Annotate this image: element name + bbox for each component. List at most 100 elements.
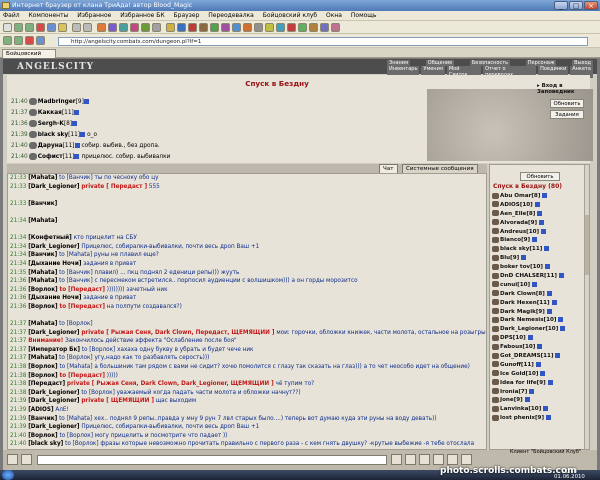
chat-nick[interactable]: [ADIOS] (28, 407, 53, 413)
chat-nick[interactable]: [Dark_Legioner] (28, 330, 79, 336)
tab-system-messages[interactable]: Системные сообщения (402, 164, 478, 173)
user-row[interactable]: Dark Clown[8] (492, 290, 584, 299)
tool-icon[interactable] (254, 23, 263, 32)
user-row[interactable]: Lanvinka[10] (492, 405, 584, 414)
user-row[interactable]: Fabous[10] (492, 343, 584, 352)
tool-icon[interactable] (287, 23, 296, 32)
chat-nick[interactable]: [Ворлок] (28, 287, 57, 293)
chat-nick[interactable]: [Ворлок] (28, 433, 57, 439)
tool-icon[interactable] (298, 23, 307, 32)
player-name[interactable]: Sergh-K (38, 121, 64, 127)
chat-nick[interactable]: [Ванчик] (28, 201, 57, 207)
user-name[interactable]: Aen_Elle[8] (500, 211, 535, 217)
user-row[interactable]: DPS[10] (492, 334, 584, 343)
user-row[interactable]: Got_DREAMS[11] (492, 352, 584, 361)
stop-icon[interactable] (36, 23, 45, 32)
chat-nick[interactable]: [Дыхание Ночи] (28, 295, 81, 301)
settings-icon[interactable] (433, 454, 444, 465)
address-input[interactable]: http://angelscity.combats.com/dungeon.pl… (58, 37, 588, 46)
user-info-icon[interactable] (535, 361, 541, 367)
player-info-icon[interactable] (83, 99, 89, 104)
user-row[interactable]: Ice Gold[10] (492, 370, 584, 379)
user-name[interactable]: DnD CHALSER[11] (500, 273, 557, 279)
refresh-icon[interactable] (36, 36, 45, 45)
tool-icon[interactable] (166, 23, 175, 32)
user-row[interactable]: lost phenix[9] (492, 414, 584, 423)
user-info-icon[interactable] (543, 406, 549, 412)
user-name[interactable]: lost phenix[9] (500, 415, 544, 421)
user-info-icon[interactable] (544, 264, 550, 270)
user-name[interactable]: DPS[10] (500, 335, 526, 341)
user-info-icon[interactable] (529, 388, 535, 394)
tool-icon[interactable] (97, 23, 106, 32)
menu-browser[interactable]: Браузер (174, 12, 200, 19)
player-info-icon[interactable] (80, 132, 86, 137)
player-info-icon[interactable] (74, 154, 80, 159)
user-info-icon[interactable] (539, 219, 545, 225)
user-row[interactable]: Abu Omar[8] (492, 192, 584, 201)
user-info-icon[interactable] (546, 290, 552, 296)
user-info-icon[interactable] (547, 379, 553, 385)
tool-icon[interactable] (331, 23, 340, 32)
user-info-icon[interactable] (537, 344, 543, 350)
chat-nick[interactable]: [Mahata] (28, 355, 57, 361)
chat-nick[interactable]: [Ворлок] (28, 364, 57, 370)
user-row[interactable]: black sky[11] (492, 245, 584, 254)
user-info-icon[interactable] (521, 255, 527, 261)
player-info-icon[interactable] (73, 110, 79, 115)
tool-icon[interactable] (108, 23, 117, 32)
user-info-icon[interactable] (527, 335, 533, 341)
user-name[interactable]: Dark Magik[9] (500, 309, 545, 315)
user-row[interactable]: DnD CHALSER[11] (492, 272, 584, 281)
tab-fight-club[interactable]: Бойцовский клуб (2, 49, 56, 65)
user-row[interactable]: Alvorada[9] (492, 219, 584, 228)
chat-nick[interactable]: [Ванчик] (28, 252, 57, 258)
user-info-icon[interactable] (537, 210, 543, 216)
tool-icon[interactable] (265, 23, 274, 32)
tool-icon[interactable] (119, 23, 128, 32)
sound-icon[interactable] (447, 454, 458, 465)
tool-icon[interactable] (232, 23, 241, 32)
tool-icon[interactable] (152, 23, 161, 32)
print-icon[interactable] (72, 23, 81, 32)
chat-nick[interactable]: [Конфетный] (28, 235, 72, 241)
user-list-scrollbar[interactable] (584, 165, 589, 449)
user-row[interactable]: Jone[9] (492, 396, 584, 405)
chat-input[interactable] (37, 455, 387, 465)
user-row[interactable]: Dark Magik[9] (492, 308, 584, 317)
chat-nick[interactable]: [Mahata] (28, 321, 57, 327)
user-name[interactable]: Dark_Legioner[10] (500, 326, 558, 332)
user-name[interactable]: Dark Clown[8] (500, 291, 545, 297)
user-name[interactable]: Got_DREAMS[11] (500, 353, 554, 359)
stop-icon[interactable] (25, 36, 34, 45)
user-row[interactable]: Gunoff[11] (492, 361, 584, 370)
chat-nick[interactable]: [Dark_Legioner] (28, 424, 79, 430)
menu-help[interactable]: Помощь (351, 12, 377, 19)
list-refresh-button[interactable]: Обновить (520, 172, 560, 181)
user-name[interactable]: cunui[10] (500, 282, 530, 288)
tool-icon[interactable] (130, 23, 139, 32)
user-name[interactable]: Idea for life[9] (500, 380, 546, 386)
player-info-icon[interactable] (72, 121, 78, 126)
user-name[interactable]: boker tov[10] (500, 264, 543, 270)
menu-favorites-bk[interactable]: Избранное БК (120, 12, 164, 19)
chat-nick[interactable]: [Передаст] (28, 381, 65, 387)
user-info-icon[interactable] (532, 237, 538, 243)
user-name[interactable]: Bianco[9] (500, 237, 530, 243)
user-row[interactable]: cunui[10] (492, 281, 584, 290)
tool-icon[interactable] (210, 23, 219, 32)
player-info-icon[interactable] (74, 143, 80, 148)
user-info-icon[interactable] (524, 397, 530, 403)
chat-nick[interactable]: [Mahata] (28, 270, 57, 276)
user-name[interactable]: Alvorada[9] (500, 220, 537, 226)
user-row[interactable]: Dark_Legioner[10] (492, 325, 584, 334)
open-icon[interactable] (3, 23, 12, 32)
menu-components[interactable]: Компоненты (29, 12, 69, 19)
user-name[interactable]: Andreus[10] (500, 229, 539, 235)
player-name[interactable]: Каккая (38, 110, 62, 116)
user-name[interactable]: Abu Omar[8] (500, 193, 540, 199)
user-row[interactable]: Blu[9] (492, 254, 584, 263)
user-row[interactable]: ADIOS[10] (492, 201, 584, 210)
user-name[interactable]: Jone[9] (500, 397, 523, 403)
user-name[interactable]: Gunoff[11] (500, 362, 534, 368)
